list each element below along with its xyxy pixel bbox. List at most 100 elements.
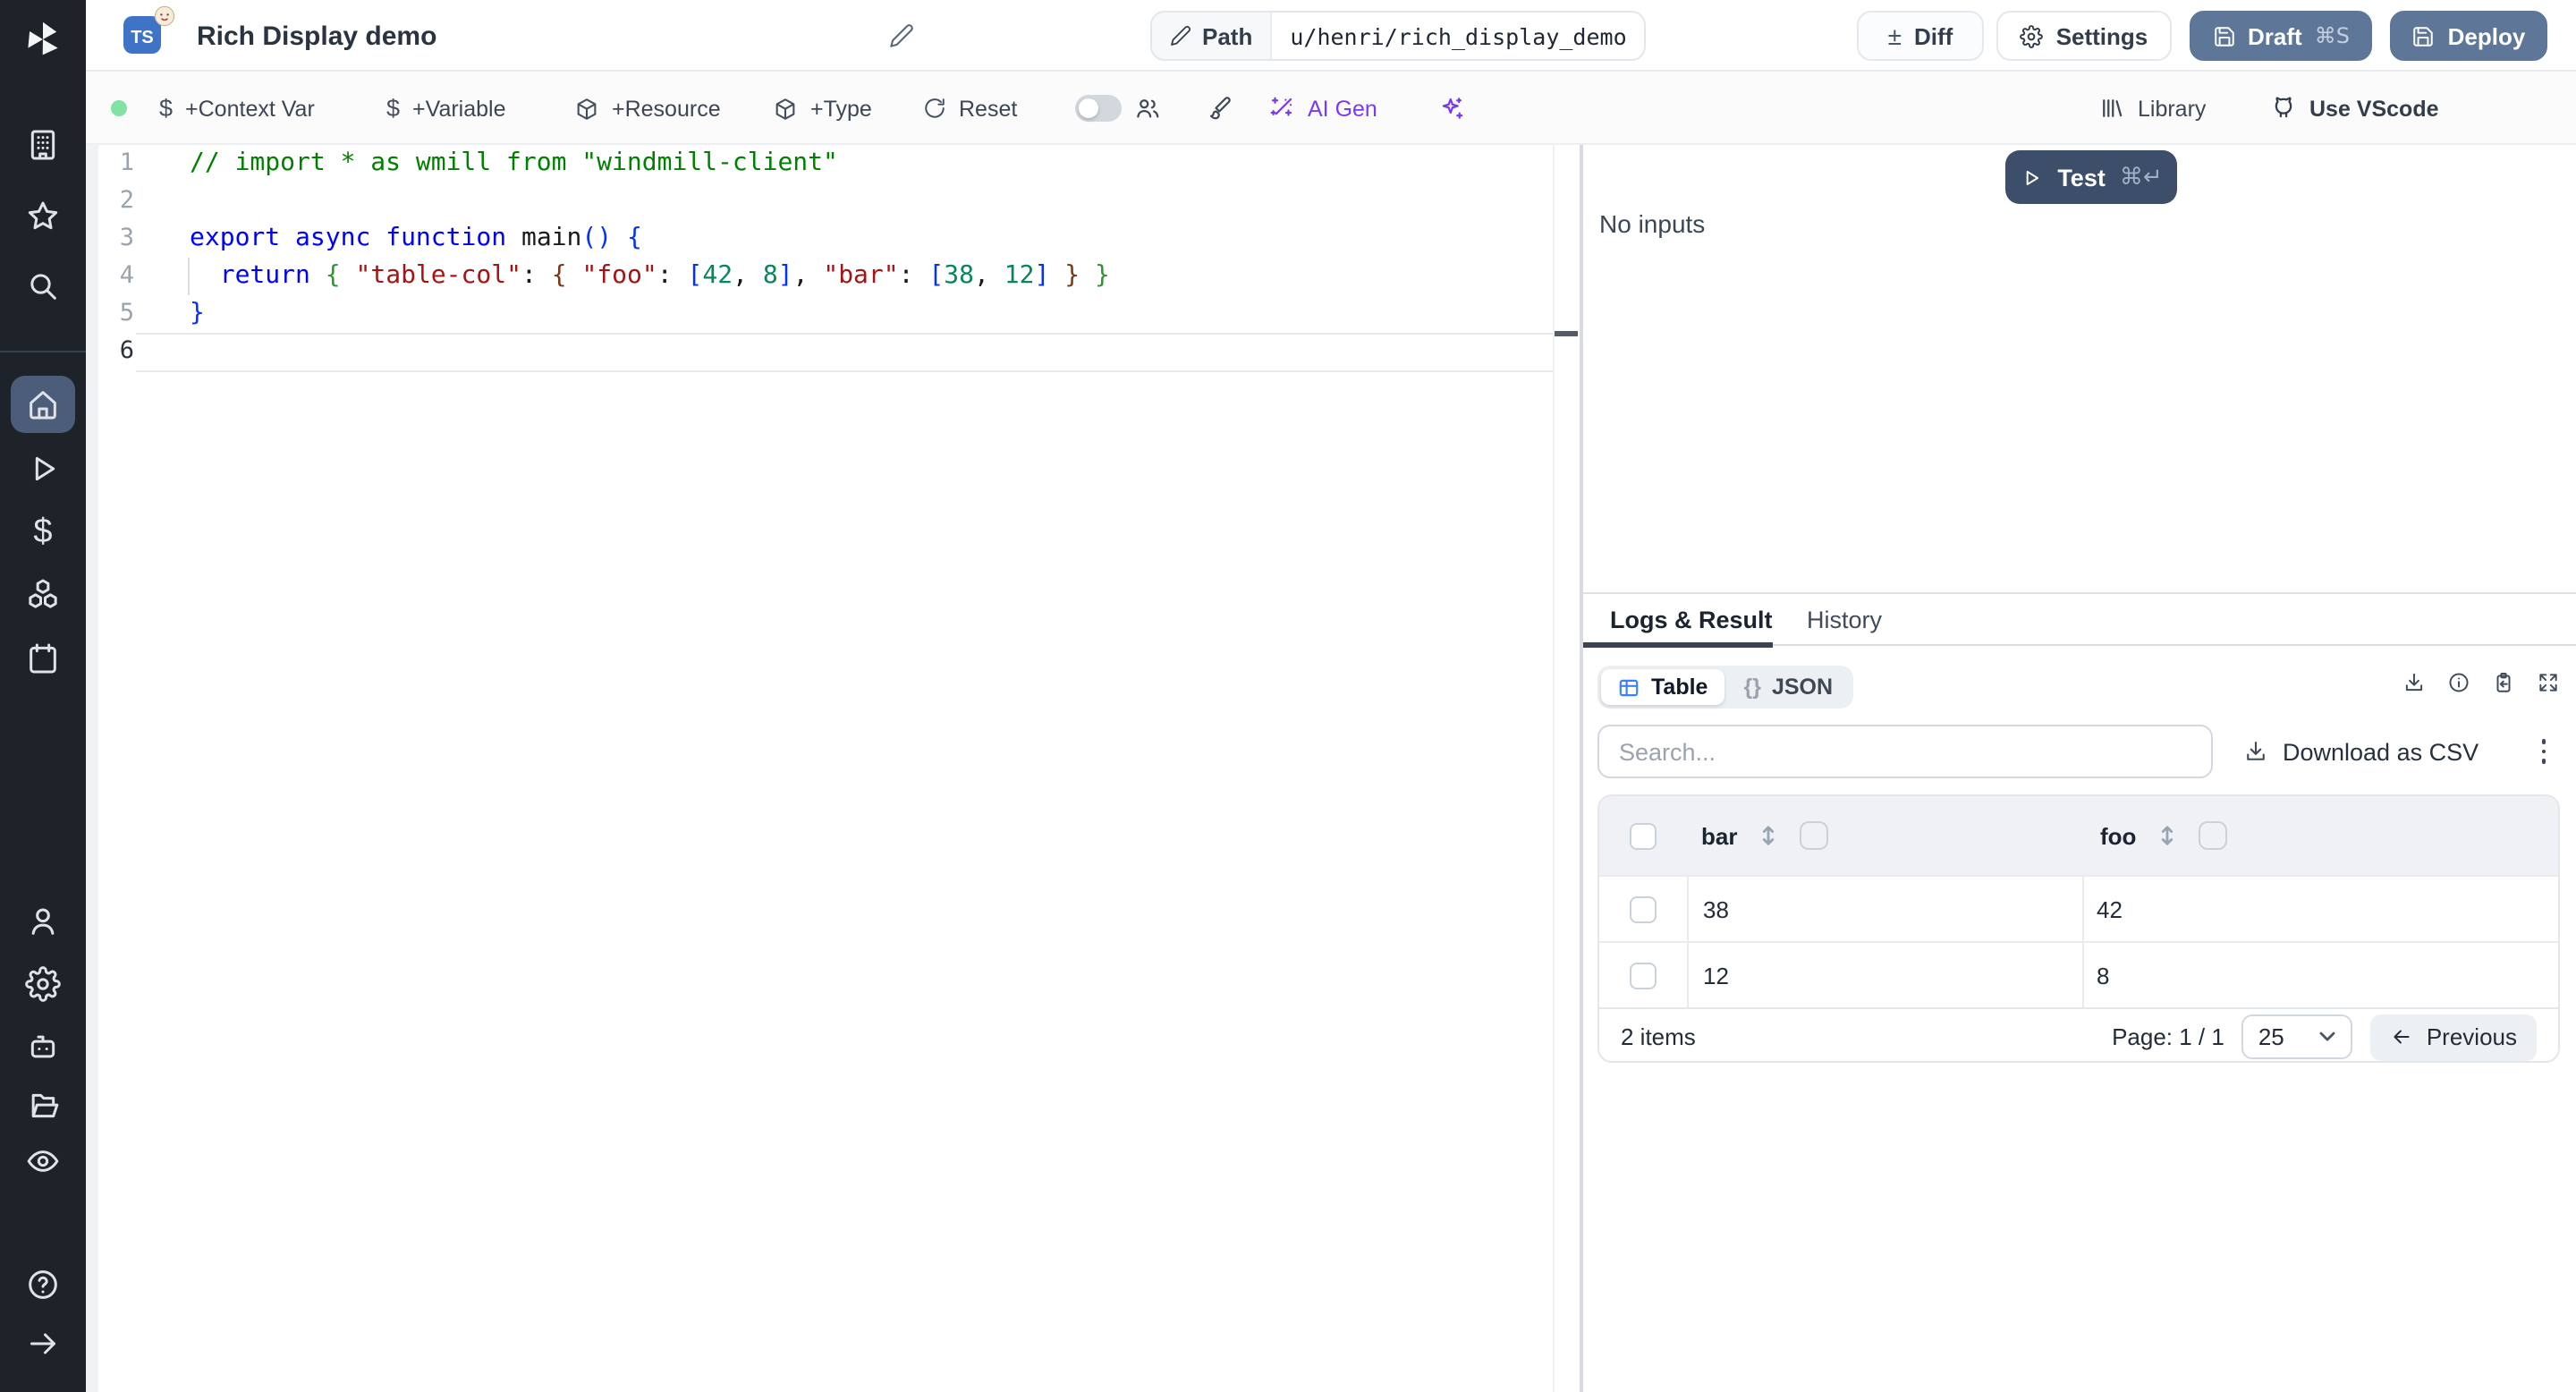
row-checkbox[interactable] [1630,962,1657,989]
table-options-kebab-icon[interactable] [2533,734,2555,769]
sidebar-item-collapse[interactable] [0,1315,86,1372]
view-table-segment[interactable]: Table [1601,669,1724,705]
eye-icon [27,1150,59,1172]
deploy-button[interactable]: Deploy [2390,11,2547,61]
settings-button[interactable]: Settings [1996,11,2172,61]
add-type-button[interactable]: +Type [773,72,872,145]
tab-logs-result[interactable]: Logs & Result [1610,594,1773,646]
code-line[interactable]: 2 [86,182,1580,220]
previous-label: Previous [2426,1023,2517,1050]
sidebar-divider [0,351,86,352]
add-variable-button[interactable]: $ +Variable [386,72,506,145]
search-icon [30,274,56,300]
code-line[interactable]: 5} [86,295,1580,333]
use-vscode-button[interactable]: Use VScode [2270,72,2439,145]
users-icon [1137,99,1159,118]
edit-summary-pencil-icon[interactable] [889,23,914,48]
sparkles-icon [1442,98,1463,119]
format-brush-button[interactable] [1206,72,1233,145]
column-header-bar[interactable]: bar [1701,822,1737,849]
vscode-icon [2275,97,2292,118]
page-indicator: Page: 1 / 1 [2112,1023,2224,1050]
sidebar-item-workers[interactable] [0,1018,86,1075]
add-resource-button[interactable]: +Resource [574,72,721,145]
info-icon[interactable] [2447,671,2470,694]
view-json-label: JSON [1771,675,1834,700]
multiplayer-toggle[interactable] [1075,72,1122,145]
path-value[interactable]: u/henri/rich_display_demo [1272,13,1644,59]
items-count: 2 items [1621,1023,1696,1050]
sidebar: $ [0,0,86,1392]
copy-clipboard-icon[interactable] [2492,671,2515,694]
line-number: 2 [119,186,134,215]
windmill-logo-icon[interactable] [0,13,86,66]
diff-button[interactable]: ± Diff [1857,11,1984,61]
sort-icon[interactable] [2157,823,2177,848]
table-icon [1619,678,1639,696]
page-title: Rich Display demo [197,21,437,51]
reset-icon [925,98,945,118]
editor-cursor-mark [1555,331,1578,336]
download-result-icon[interactable] [2402,671,2426,694]
sidebar-item-variables[interactable]: $ [0,505,86,562]
test-button[interactable]: Test ⌘↵ [2005,150,2177,204]
sidebar-item-resources[interactable] [0,565,86,623]
column-header-foo[interactable]: foo [2100,822,2136,849]
sidebar-item-help[interactable] [0,1256,86,1313]
sidebar-item-schedules[interactable] [0,630,86,687]
download-icon [2247,742,2265,760]
sidebar-item-home[interactable] [11,376,75,433]
test-shortcut: ⌘↵ [2119,164,2163,191]
tab-history[interactable]: History [1807,594,1882,646]
cell-bar: 38 [1687,877,2082,941]
expand-icon[interactable] [2537,671,2560,694]
package-icon [775,98,795,119]
view-json-segment[interactable]: {} JSON [1727,669,1849,705]
collaborators-button[interactable] [1134,72,1161,145]
connection-status-dot [111,72,127,145]
row-checkbox[interactable] [1630,895,1657,922]
path-widget[interactable]: Path u/henri/rich_display_demo [1150,11,1647,61]
sidebar-item-favorites[interactable] [0,188,86,245]
plus-minus-icon: ± [1887,21,1902,50]
add-context-var-label: +Context Var [185,96,315,121]
column-handle[interactable] [1800,821,1829,850]
code-line[interactable]: 1// import * as wmill from "windmill-cli… [86,145,1580,182]
path-button[interactable]: Path [1152,13,1273,59]
toggle-track[interactable] [1075,95,1122,122]
sidebar-item-workspace[interactable] [0,116,86,174]
sidebar-item-users[interactable] [0,893,86,950]
sort-icon[interactable] [1758,823,1778,848]
ai-gen-button[interactable]: AI Gen [1268,72,1377,145]
dollar-icon: $ [159,95,174,122]
code-line[interactable]: 4 return { "table-col": { "foo": [42, 8]… [86,258,1580,295]
column-handle[interactable] [2199,821,2228,850]
search-input[interactable] [1597,725,2213,778]
reset-button[interactable]: Reset [923,72,1017,145]
no-inputs-text: No inputs [1599,209,1706,238]
code-editor[interactable]: 1// import * as wmill from "windmill-cli… [86,145,1580,1392]
table-row: 12 8 [1599,941,2558,1007]
result-table: bar foo 38 42 12 8 2 items Page: 1 / 1 2… [1597,794,2560,1063]
sidebar-item-audit[interactable] [0,1133,86,1190]
select-all-checkbox[interactable] [1630,822,1657,849]
sidebar-item-runs[interactable] [0,440,86,497]
code-line[interactable]: 6 [86,333,1580,372]
download-csv-button[interactable]: Download as CSV [2243,725,2479,778]
page-size-select[interactable]: 25 [2241,1014,2353,1059]
sidebar-item-search[interactable] [0,258,86,315]
gear-icon [2020,24,2044,47]
table-header-row: bar foo [1599,796,2558,875]
star-icon [28,201,58,230]
add-context-var-button[interactable]: $ +Context Var [159,72,315,145]
summary-emoji-icon [154,5,175,27]
cell-foo: 42 [2082,877,2558,941]
code-line[interactable]: 3 export async function main() { [86,220,1580,258]
ai-sparkles-button[interactable] [1438,72,1465,145]
draft-button[interactable]: Draft ⌘S [2190,11,2372,61]
play-icon [35,456,55,481]
previous-page-button[interactable]: Previous [2370,1014,2537,1060]
library-button[interactable]: Library [2098,72,2206,145]
sidebar-item-settings[interactable] [0,955,86,1013]
sidebar-item-folders[interactable] [0,1077,86,1134]
